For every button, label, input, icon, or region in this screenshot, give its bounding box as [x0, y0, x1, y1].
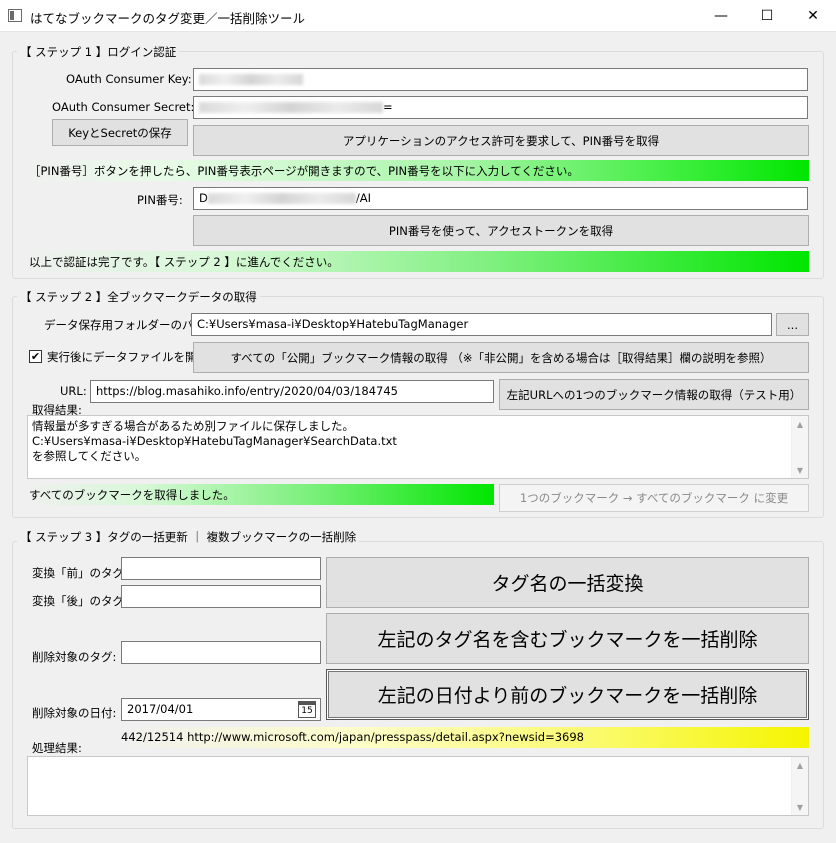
pin-instruction: ［PIN番号］ボタンを押したら、PIN番号表示ページが開きますので、PIN番号を… — [24, 160, 809, 181]
after-tag-label: 変換「後」のタグ: — [32, 594, 128, 608]
step3-legend: 【 ステップ 3 】タグの一括更新 ｜ 複数ブックマークの一括削除 — [17, 529, 360, 545]
maximize-button[interactable]: ☐ — [744, 0, 790, 32]
fetch-result-textarea[interactable]: 情報量が多すぎる場合があるため別ファイルに保存しました。 C:¥Users¥ma… — [27, 415, 809, 479]
fetch-one-button[interactable]: 左記URLへの1つのブックマーク情報の取得（テスト用） — [499, 379, 809, 410]
open-after-label[interactable]: 実行後にデータファイルを開く — [47, 349, 208, 365]
delete-date-picker[interactable]: 2017/04/01 15 — [121, 698, 321, 721]
after-tag-input[interactable] — [121, 585, 321, 608]
pin-input[interactable]: D/AI — [193, 187, 808, 210]
scroll-down-icon[interactable]: ▼ — [792, 799, 808, 815]
folder-path-label: データ保存用フォルダーのパス: — [44, 318, 209, 332]
window-title: はてなブックマークのタグ変更／一括削除ツール — [30, 11, 306, 26]
switch-mode-button[interactable]: 1つのブックマーク → すべてのブックマーク に変更 — [499, 484, 809, 512]
request-pin-button[interactable]: アプリケーションのアクセス許可を要求して、PIN番号を取得 — [193, 125, 809, 156]
convert-tags-button[interactable]: タグ名の一括変換 — [326, 557, 809, 608]
delete-by-tag-button[interactable]: 左記のタグ名を含むブックマークを一括削除 — [326, 613, 809, 664]
auth-done-message: 以上で認証は完了です。【 ステップ 2 】に進んでください。 — [24, 251, 809, 272]
delete-by-date-button[interactable]: 左記の日付より前のブックマークを一括削除 — [326, 669, 809, 720]
delete-tag-label: 削除対象のタグ: — [32, 650, 117, 664]
url-input[interactable]: https://blog.masahiko.info/entry/2020/04… — [90, 380, 494, 403]
consumer-key-label: OAuth Consumer Key: — [66, 72, 192, 86]
close-button[interactable]: ✕ — [790, 0, 836, 32]
step2-legend: 【 ステップ 2 】全ブックマークデータの取得 — [17, 289, 260, 305]
title-bar: はてなブックマークのタグ変更／一括削除ツール — ☐ ✕ — [0, 0, 836, 32]
folder-path-input[interactable]: C:¥Users¥masa-i¥Desktop¥HatebuTagManager — [191, 313, 772, 336]
browse-folder-button[interactable]: ... — [776, 313, 809, 336]
process-result-scrollbar[interactable]: ▲ ▼ — [791, 757, 808, 815]
process-result-textarea[interactable]: ▲ ▼ — [27, 756, 809, 816]
scroll-up-icon[interactable]: ▲ — [792, 416, 808, 432]
before-tag-input[interactable] — [121, 557, 321, 580]
masked-pin — [207, 193, 356, 204]
scroll-down-icon[interactable]: ▼ — [792, 462, 808, 478]
fetch-status: すべてのブックマークを取得しました。 — [24, 484, 494, 505]
app-icon — [8, 9, 22, 22]
scroll-up-icon[interactable]: ▲ — [792, 757, 808, 773]
consumer-key-input[interactable] — [193, 68, 808, 91]
delete-date-label: 削除対象の日付: — [32, 706, 117, 720]
minimize-button[interactable]: — — [698, 0, 744, 32]
consumer-secret-label: OAuth Consumer Secret: — [52, 100, 195, 114]
masked-key — [199, 74, 303, 85]
url-label: URL: — [60, 384, 87, 398]
open-after-checkbox[interactable]: ✔ — [29, 350, 42, 363]
masked-secret — [199, 102, 383, 113]
step1-legend: 【 ステップ 1 】ログイン認証 — [17, 44, 180, 60]
delete-tag-input[interactable] — [121, 641, 321, 664]
process-result-label: 処理結果: — [32, 741, 82, 755]
calendar-icon[interactable]: 15 — [298, 701, 316, 718]
consumer-secret-input[interactable]: = — [193, 96, 808, 119]
result-scrollbar[interactable]: ▲ ▼ — [791, 416, 808, 478]
get-access-token-button[interactable]: PIN番号を使って、アクセストークンを取得 — [193, 215, 809, 246]
progress-status: 442/12514 http://www.microsoft.com/japan… — [121, 727, 809, 748]
before-tag-label: 変換「前」のタグ: — [32, 566, 128, 580]
fetch-all-public-button[interactable]: すべての「公開」ブックマーク情報の取得 （※「非公開」を含める場合は［取得結果］… — [193, 342, 809, 373]
pin-label: PIN番号: — [137, 193, 183, 207]
save-key-secret-button[interactable]: KeyとSecretの保存 — [52, 119, 188, 146]
